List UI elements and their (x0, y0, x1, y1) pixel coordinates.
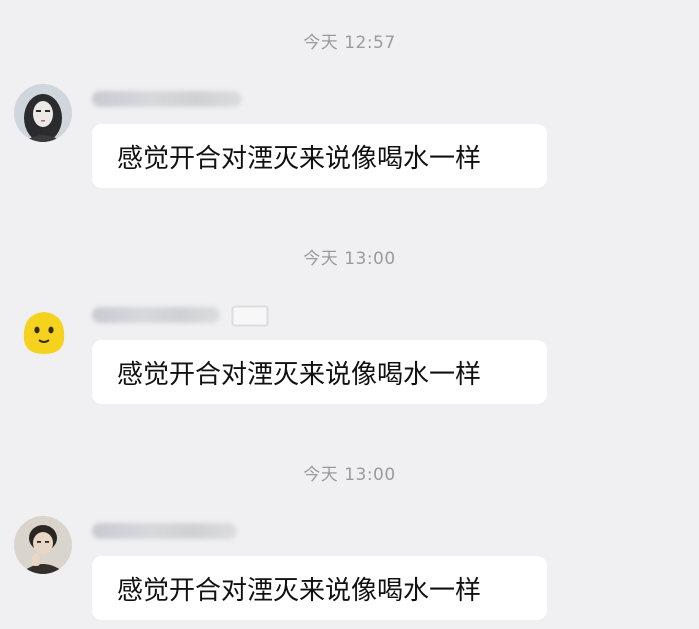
message-bubble[interactable]: 感觉开合对湮灭来说像喝水一样 (92, 340, 547, 404)
message-timestamp: 今天 12:57 (303, 33, 396, 53)
sender-nickname-blurred (92, 307, 220, 323)
chat-message-list: 今天 12:57 感觉开合对湮灭来说像喝水一样 今天 13:00 感觉开合对湮灭… (0, 0, 699, 629)
member-level-tag-icon (232, 306, 268, 326)
message-text: 感觉开合对湮灭来说像喝水一样 (117, 359, 482, 390)
message-timestamp: 今天 13:00 (303, 465, 396, 485)
sender-nickname-blurred (92, 91, 242, 107)
yellow-smiley-avatar-icon[interactable] (16, 302, 72, 358)
message-text: 感觉开合对湮灭来说像喝水一样 (117, 575, 482, 606)
sender-nickname-blurred (92, 523, 237, 539)
message-text: 感觉开合对湮灭来说像喝水一样 (117, 143, 482, 174)
person-photo-avatar-icon[interactable] (14, 516, 72, 574)
message-bubble[interactable]: 感觉开合对湮灭来说像喝水一样 (92, 556, 547, 620)
dark-haired-girl-avatar-icon[interactable] (14, 84, 72, 142)
message-timestamp: 今天 13:00 (303, 249, 396, 269)
message-bubble[interactable]: 感觉开合对湮灭来说像喝水一样 (92, 124, 547, 188)
